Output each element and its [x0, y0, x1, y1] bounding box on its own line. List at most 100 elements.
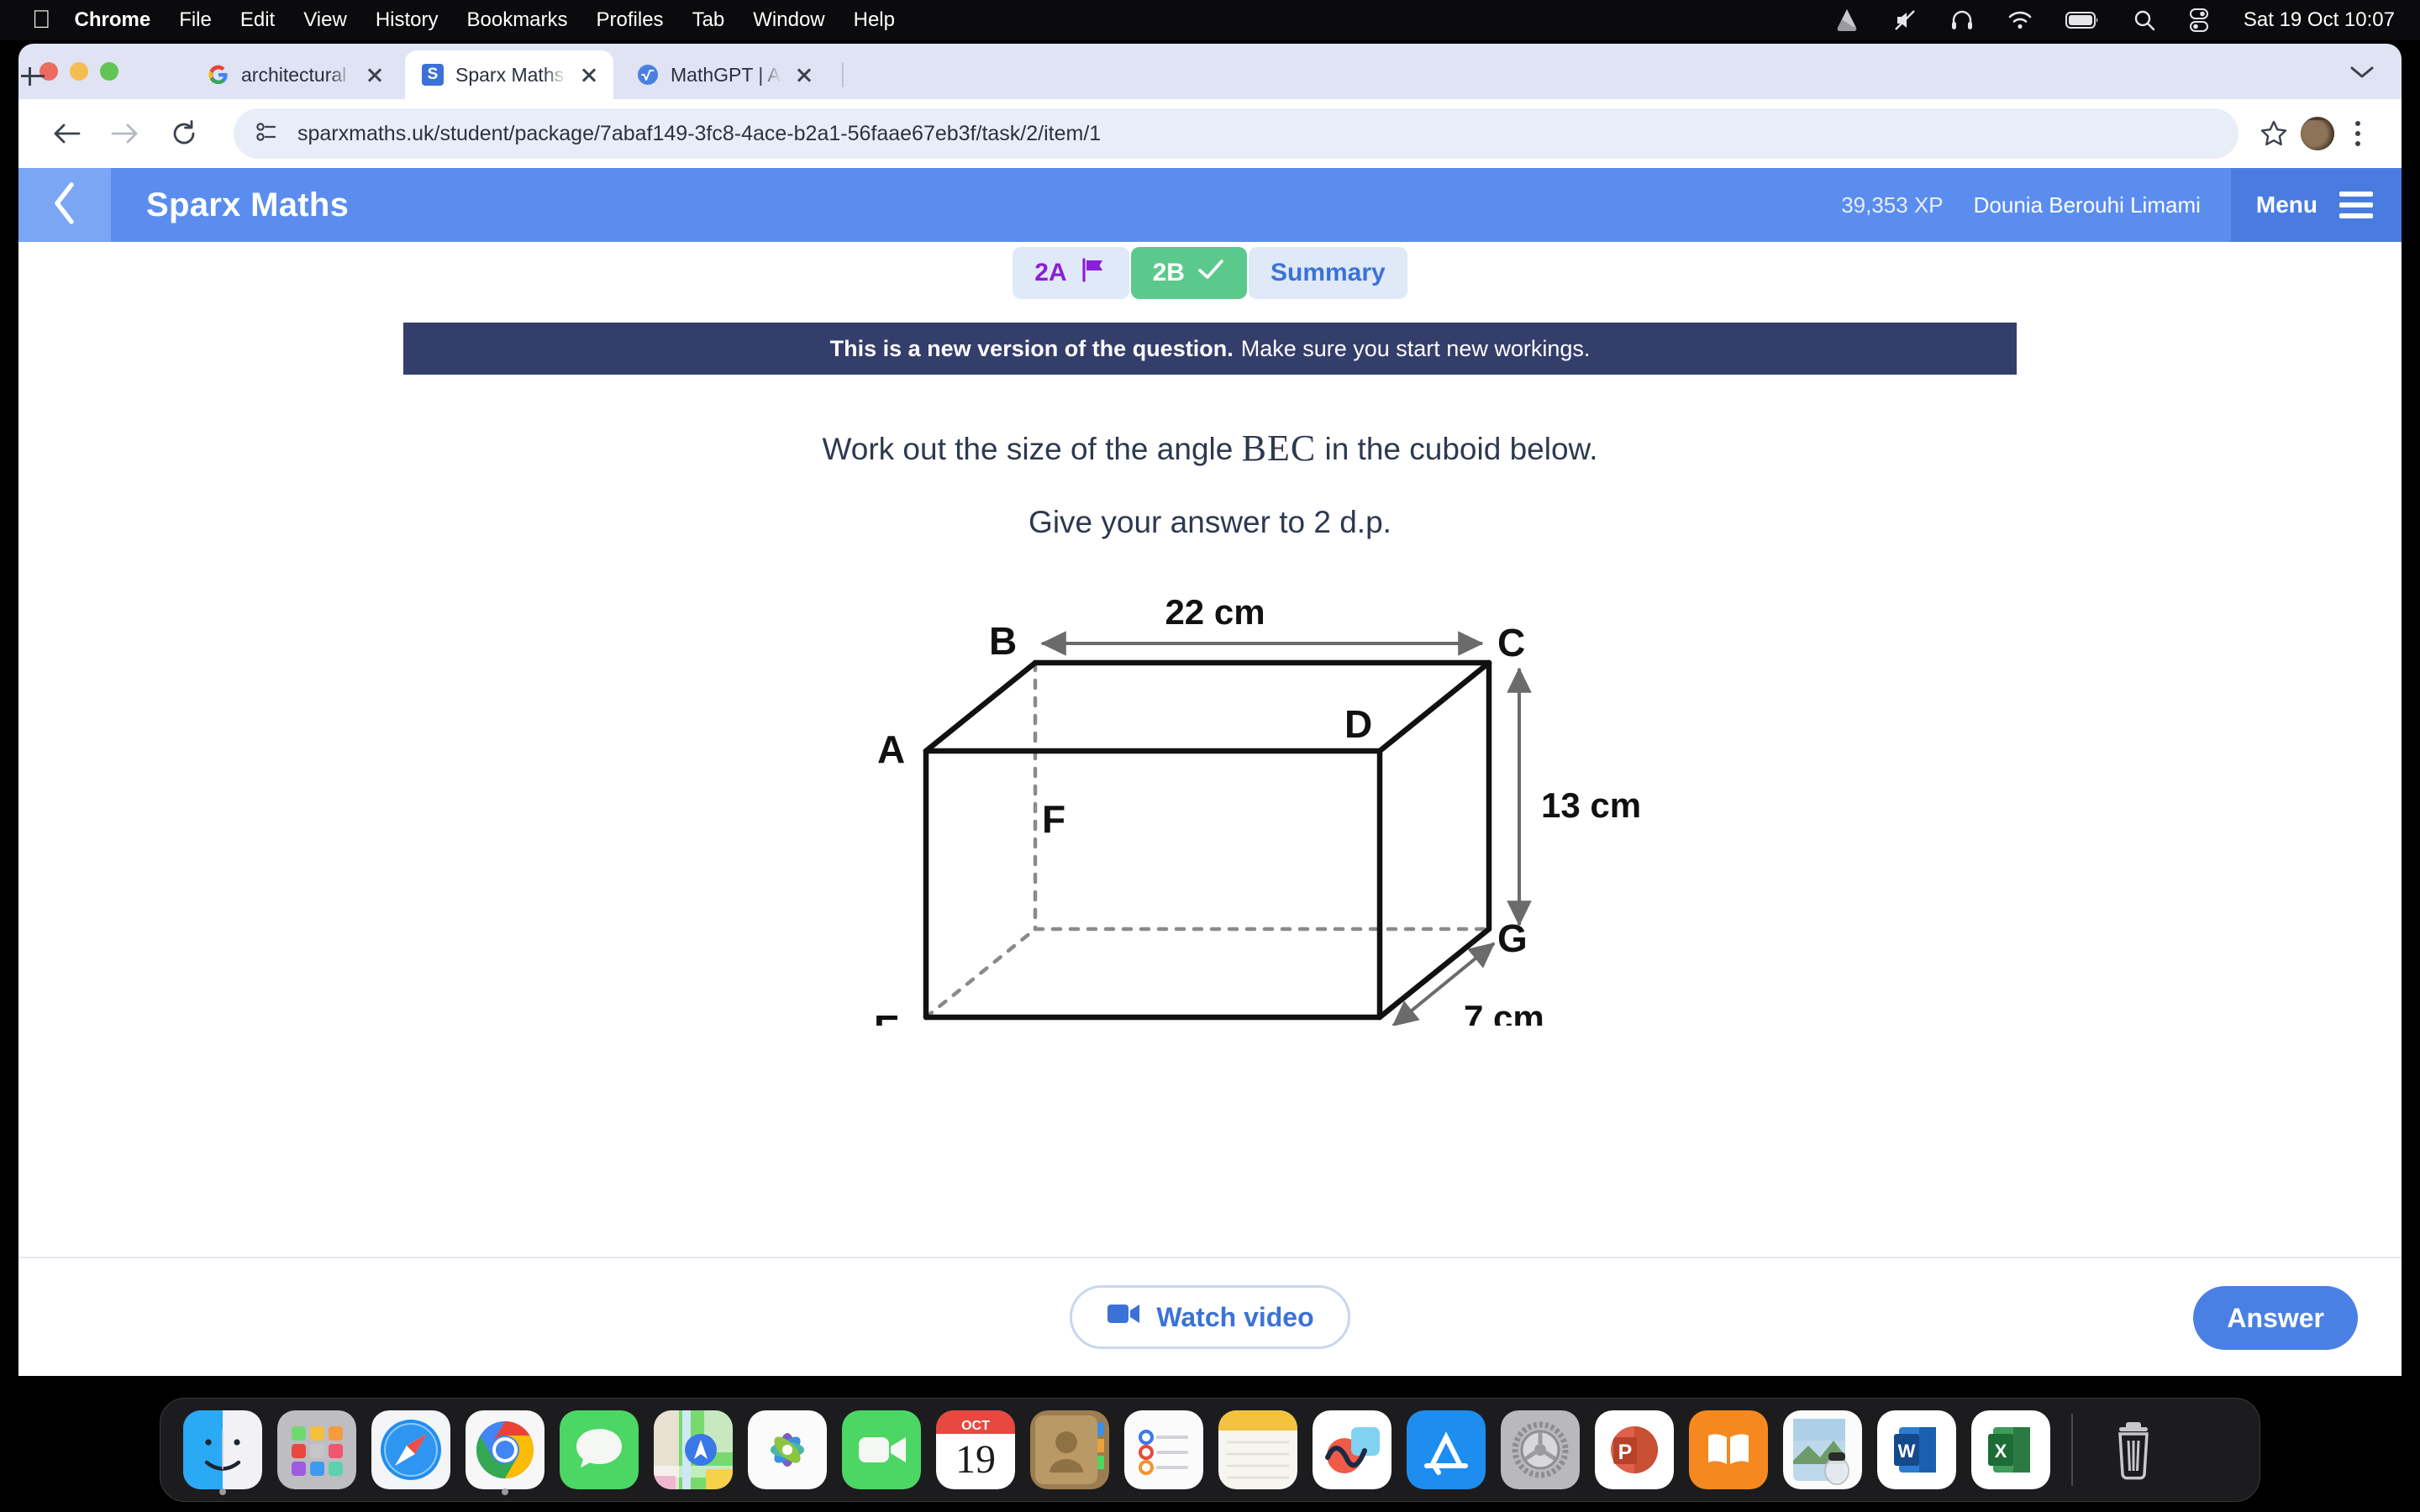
freeform-icon: [1313, 1410, 1392, 1489]
tab-title: MathGPT | AI Math Solver & C: [671, 63, 781, 86]
cuboid-svg: B C A D F G E H 22 cm 13 cm 7 cm: [874, 592, 1641, 1026]
hamburger-icon: [2339, 192, 2373, 218]
banner-text: Make sure you start new workings.: [1240, 335, 1591, 361]
reload-icon[interactable]: [161, 111, 207, 156]
sparx-icon: S: [420, 62, 445, 87]
tab-2b-label: 2B: [1152, 259, 1185, 286]
sparx-back-button[interactable]: [18, 168, 111, 242]
maps-icon: [654, 1410, 733, 1489]
tab-divider: [842, 62, 844, 87]
menu-item-view[interactable]: View: [303, 8, 347, 32]
drive-cloud-icon[interactable]: [1833, 8, 1860, 33]
dock-item-maps[interactable]: [646, 1398, 740, 1502]
watch-video-label: Watch video: [1156, 1301, 1314, 1332]
address-bar[interactable]: sparxmaths.uk/student/package/7abaf149-3…: [234, 108, 2238, 159]
dock-item-excel[interactable]: X: [1964, 1398, 2058, 1502]
books-icon: [1689, 1410, 1768, 1489]
chevron-down-icon[interactable]: [2348, 64, 2376, 85]
launchpad-icon: [277, 1410, 356, 1489]
menu-item-bookmarks[interactable]: Bookmarks: [466, 8, 567, 32]
dock-item-launchpad[interactable]: [270, 1398, 364, 1502]
tab-summary[interactable]: Summary: [1248, 247, 1407, 299]
photos-icon: [748, 1410, 827, 1489]
new-tab-button[interactable]: [18, 62, 47, 91]
dock-item-system-settings[interactable]: [1493, 1398, 1587, 1502]
headphones-icon[interactable]: [1949, 8, 1975, 33]
video-camera-icon: [1106, 1301, 1141, 1333]
vertex-label-C: C: [1497, 621, 1525, 664]
menu-item-window[interactable]: Window: [753, 8, 824, 32]
macos-menu-bar:  Chrome File Edit View History Bookmark…: [0, 0, 2420, 40]
dock-item-chrome[interactable]: [458, 1398, 552, 1502]
close-tab-icon[interactable]: [792, 62, 817, 87]
dock-divider: [2071, 1414, 2073, 1486]
dock-item-word[interactable]: W: [1870, 1398, 1964, 1502]
contacts-icon: [1030, 1410, 1109, 1489]
dock-item-powerpoint[interactable]: P: [1587, 1398, 1681, 1502]
mute-icon[interactable]: [1892, 8, 1918, 33]
dock-item-preview[interactable]: [1776, 1398, 1870, 1502]
mathgpt-icon: [635, 62, 660, 87]
sparx-header-right: 39,353 XP Dounia Berouhi Limami Menu: [1841, 168, 2402, 242]
spotlight-search-icon[interactable]: [2133, 8, 2156, 32]
tab-sparx-maths[interactable]: S Sparx Maths: [405, 50, 613, 99]
star-icon[interactable]: [2252, 112, 2296, 155]
tab-title: Sparx Maths: [455, 63, 565, 86]
control-center-icon[interactable]: [2188, 8, 2210, 33]
url-text[interactable]: sparxmaths.uk/student/package/7abaf149-3…: [297, 122, 1101, 146]
tab-2b[interactable]: 2B: [1130, 247, 1247, 299]
dock-item-reminders[interactable]: [1117, 1398, 1211, 1502]
question-text-after: in the cuboid below.: [1324, 432, 1598, 466]
battery-icon[interactable]: [2065, 11, 2101, 29]
notes-icon: [1218, 1410, 1297, 1489]
kebab-menu-icon[interactable]: [2339, 121, 2376, 146]
menu-item-edit[interactable]: Edit: [240, 8, 275, 32]
tab-2a[interactable]: 2A: [1013, 247, 1129, 299]
powerpoint-icon: P: [1595, 1410, 1674, 1489]
answer-label: Answer: [2227, 1302, 2324, 1333]
sparx-menu-button[interactable]: Menu: [2230, 168, 2402, 242]
question-text-before: Work out the size of the angle: [822, 432, 1234, 466]
dock-item-appstore[interactable]: [1399, 1398, 1493, 1502]
answer-button[interactable]: Answer: [2193, 1286, 2358, 1350]
site-settings-icon[interactable]: [252, 118, 281, 150]
forward-arrow-icon[interactable]: [103, 111, 148, 156]
dock-item-safari[interactable]: [364, 1398, 458, 1502]
menu-bar-clock[interactable]: Sat 19 Oct 10:07: [2244, 8, 2395, 32]
minimize-window-button[interactable]: [70, 62, 88, 81]
dock-item-facetime[interactable]: [834, 1398, 929, 1502]
dock-item-photos[interactable]: [740, 1398, 834, 1502]
menu-item-file[interactable]: File: [179, 8, 212, 32]
sparx-page: Sparx Maths 39,353 XP Dounia Berouhi Lim…: [18, 168, 2402, 1376]
dock-item-calendar[interactable]: OCT 19: [929, 1398, 1023, 1502]
menu-item-help[interactable]: Help: [854, 8, 895, 32]
close-tab-icon[interactable]: [362, 62, 387, 87]
dock-item-freeform[interactable]: [1305, 1398, 1399, 1502]
cuboid-diagram: B C A D F G E H 22 cm 13 cm 7 cm: [18, 555, 2402, 1026]
close-tab-icon[interactable]: [576, 62, 602, 87]
svg-text:W: W: [1898, 1441, 1916, 1462]
profile-avatar-icon[interactable]: [2296, 112, 2339, 155]
messages-icon: [560, 1410, 639, 1489]
menu-item-history[interactable]: History: [376, 8, 439, 32]
chrome-window: architectural drawings art - G S Sparx M…: [18, 44, 2402, 1376]
back-arrow-icon[interactable]: [44, 111, 89, 156]
dock-item-contacts[interactable]: [1023, 1398, 1117, 1502]
wifi-icon[interactable]: [2007, 9, 2033, 31]
google-icon: [206, 62, 231, 87]
tab-architectural-drawings[interactable]: architectural drawings art - G: [191, 50, 399, 99]
dock-item-finder[interactable]: [176, 1398, 270, 1502]
menu-item-tab[interactable]: Tab: [692, 8, 725, 32]
dock-item-messages[interactable]: [552, 1398, 646, 1502]
tab-mathgpt[interactable]: MathGPT | AI Math Solver & C: [620, 50, 829, 99]
banner-bold-text: This is a new version of the question.: [829, 335, 1234, 361]
watch-video-button[interactable]: Watch video: [1070, 1285, 1350, 1349]
dock-item-books[interactable]: [1681, 1398, 1776, 1502]
task-tabs: 2A 2B Summary: [18, 242, 2402, 299]
maximize-window-button[interactable]: [100, 62, 118, 81]
dock-item-notes[interactable]: [1211, 1398, 1305, 1502]
dock-item-trash[interactable]: [2086, 1398, 2181, 1502]
menu-item-profiles[interactable]: Profiles: [597, 8, 664, 32]
menu-item-chrome[interactable]: Chrome: [75, 8, 151, 32]
sparx-header: Sparx Maths 39,353 XP Dounia Berouhi Lim…: [18, 168, 2402, 242]
